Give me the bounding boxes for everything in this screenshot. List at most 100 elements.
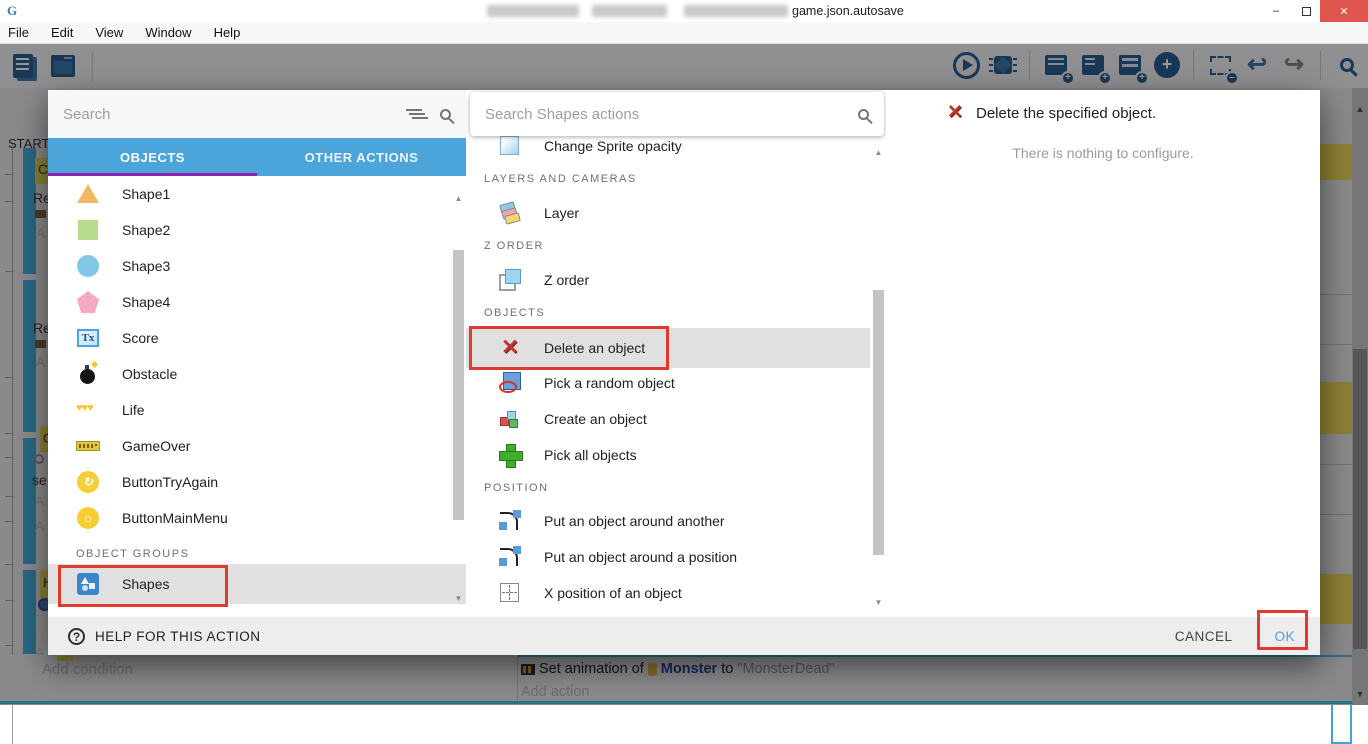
group-label: Shapes	[122, 576, 169, 592]
restore-icon	[1302, 7, 1311, 16]
gameover-sprite-icon	[76, 434, 100, 458]
object-row-shape3[interactable]: Shape3	[48, 248, 466, 284]
object-row-score[interactable]: Score	[48, 320, 466, 356]
actions-search-input[interactable]	[485, 106, 858, 123]
action-editor-dialog: OBJECTS OTHER ACTIONS Shape1 Shape2 Shap…	[48, 90, 1320, 655]
action-label: X position of an object	[544, 585, 682, 601]
scroll-down-icon[interactable]: ▼	[452, 594, 465, 603]
action-row-delete-an-object[interactable]: Delete an object	[466, 328, 870, 368]
put-around-icon	[498, 545, 522, 569]
action-row-put-around-position[interactable]: Put an object around a position	[466, 539, 870, 575]
tab-objects[interactable]: OBJECTS	[48, 138, 257, 176]
triangle-icon	[76, 182, 100, 206]
put-around-icon	[498, 509, 522, 533]
action-row-z-order[interactable]: Z order	[466, 262, 870, 298]
object-row-obstacle[interactable]: Obstacle	[48, 356, 466, 392]
search-icon	[858, 109, 869, 120]
x-position-icon	[498, 581, 522, 605]
object-label: Shape3	[122, 258, 170, 274]
action-row-x-position[interactable]: X position of an object	[466, 575, 870, 611]
search-icon	[440, 109, 451, 120]
scrollbar-thumb[interactable]	[453, 250, 464, 520]
home-button-icon: ⌂	[76, 506, 100, 530]
menu-edit[interactable]: Edit	[40, 22, 84, 44]
object-panel-tabs: OBJECTS OTHER ACTIONS	[48, 138, 466, 176]
delete-x-icon	[498, 336, 522, 360]
close-button[interactable]: ✕	[1320, 0, 1368, 22]
action-row-pick-all-objects[interactable]: Pick all objects	[466, 437, 870, 473]
object-row-buttontryagain[interactable]: ↻ ButtonTryAgain	[48, 464, 466, 500]
section-objects: OBJECTS	[466, 302, 870, 324]
action-label: Put an object around another	[544, 513, 725, 529]
object-row-shape1[interactable]: Shape1	[48, 176, 466, 212]
menu-window[interactable]: Window	[134, 22, 202, 44]
section-position: POSITION	[466, 477, 870, 499]
section-layers-cameras: LAYERS AND CAMERAS	[466, 168, 870, 190]
action-row-put-around-another[interactable]: Put an object around another	[466, 503, 870, 539]
action-label: Change Sprite opacity	[544, 138, 682, 154]
z-order-icon	[498, 268, 522, 292]
menu-file[interactable]: File	[0, 22, 40, 44]
pick-all-icon	[498, 443, 522, 467]
action-row-create-object[interactable]: Create an object	[466, 401, 870, 437]
restore-button[interactable]	[1292, 0, 1320, 22]
layer-icon	[498, 201, 522, 225]
hearts-icon	[76, 398, 100, 422]
object-label: Score	[122, 330, 159, 346]
dialog-footer: ? HELP FOR THIS ACTION CANCEL OK	[48, 617, 1320, 655]
action-label: Pick a random object	[544, 375, 675, 391]
redacted-title-segment	[592, 5, 667, 17]
action-row-pick-random-object[interactable]: Pick a random object	[466, 365, 870, 401]
empty-config-message: There is nothing to configure.	[886, 145, 1320, 161]
action-label: Create an object	[544, 411, 647, 427]
menu-help[interactable]: Help	[203, 22, 252, 44]
redacted-path-segment	[684, 5, 788, 17]
action-row-layer[interactable]: Layer	[466, 195, 870, 231]
actions-panel: Change Sprite opacity LAYERS AND CAMERAS…	[466, 90, 886, 617]
scroll-up-icon[interactable]: ▲	[452, 194, 465, 203]
help-link[interactable]: HELP FOR THIS ACTION	[95, 629, 261, 644]
object-row-life[interactable]: Life	[48, 392, 466, 428]
object-search-input[interactable]	[63, 106, 406, 123]
pentagon-icon	[76, 290, 100, 314]
minimize-button[interactable]: –	[1262, 0, 1290, 22]
title-bar: G game.json.autosave – ✕	[0, 0, 1368, 22]
section-z-order: Z ORDER	[466, 235, 870, 257]
action-label: Delete an object	[544, 340, 645, 356]
object-row-shape2[interactable]: Shape2	[48, 212, 466, 248]
objects-scrollbar[interactable]: ▲ ▼	[452, 176, 465, 617]
shapes-group-icon	[76, 572, 100, 596]
object-search-bar	[48, 90, 466, 138]
action-label: Put an object around a position	[544, 549, 737, 565]
object-label: Shape2	[122, 222, 170, 238]
action-label: Pick all objects	[544, 447, 637, 463]
retry-button-icon: ↻	[76, 470, 100, 494]
scrollbar-thumb[interactable]	[873, 290, 884, 555]
tab-other-actions[interactable]: OTHER ACTIONS	[257, 138, 466, 176]
object-row-shape4[interactable]: Shape4	[48, 284, 466, 320]
action-label: Z order	[544, 272, 589, 288]
delete-x-icon	[944, 102, 966, 124]
square-icon	[76, 218, 100, 242]
ok-button[interactable]: OK	[1274, 629, 1295, 644]
objects-panel: OBJECTS OTHER ACTIONS Shape1 Shape2 Shap…	[48, 90, 466, 617]
menu-view[interactable]: View	[84, 22, 134, 44]
cancel-button[interactable]: CANCEL	[1175, 629, 1233, 644]
object-label: Life	[122, 402, 145, 418]
actions-scrollbar[interactable]: ▲ ▼	[872, 140, 885, 617]
object-label: ButtonMainMenu	[122, 510, 228, 526]
object-label: Obstacle	[122, 366, 177, 382]
object-row-buttonmainmenu[interactable]: ⌂ ButtonMainMenu	[48, 500, 466, 536]
action-description-header: Delete the specified object.	[944, 102, 1156, 124]
object-row-gameover[interactable]: GameOver	[48, 428, 466, 464]
group-row-shapes[interactable]: Shapes	[48, 564, 466, 604]
object-label: GameOver	[122, 438, 190, 454]
scroll-up-icon[interactable]: ▲	[872, 148, 885, 157]
scroll-down-icon[interactable]: ▼	[872, 598, 885, 607]
filter-icon[interactable]	[406, 108, 422, 120]
object-label: Shape4	[122, 294, 170, 310]
action-config-panel: Delete the specified object. There is no…	[886, 90, 1320, 617]
gdevelop-logo-icon: G	[7, 3, 22, 18]
window-title: game.json.autosave	[792, 4, 904, 18]
help-icon[interactable]: ?	[68, 628, 85, 645]
